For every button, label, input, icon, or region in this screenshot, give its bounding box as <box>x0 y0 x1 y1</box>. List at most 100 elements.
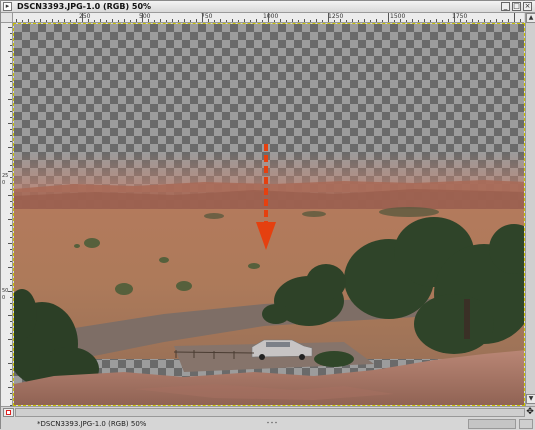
ruler-tick <box>10 87 12 88</box>
ruler-tick <box>64 19 65 22</box>
ruler-tick <box>160 19 161 22</box>
ruler-tick <box>88 19 89 22</box>
title-bar: ▸ DSCN3393.JPG-1.0 (RGB) 50% _ □ × <box>1 1 535 13</box>
ruler-tick <box>10 327 12 328</box>
ruler-tick <box>8 147 12 148</box>
ruler-tick <box>10 399 12 400</box>
ruler-tick <box>148 19 149 22</box>
horizontal-ruler[interactable]: 250 500 750 1000 1250 1500 1750 <box>13 13 524 23</box>
ruler-tick <box>8 171 12 172</box>
ruler-tick <box>142 13 143 22</box>
vertical-scrollbar[interactable]: ▲ ▼ <box>525 13 535 406</box>
image-canvas[interactable] <box>13 23 525 406</box>
status-text: *DSCN3393.JPG-1.0 (RGB) 50% <box>37 420 147 428</box>
ruler-tick <box>412 19 413 22</box>
ruler-tick <box>8 195 12 196</box>
ruler-tick <box>10 225 12 226</box>
ruler-tick <box>8 75 12 76</box>
image-menu-icon[interactable]: ▸ <box>3 2 12 11</box>
ruler-tick <box>448 19 449 22</box>
ruler-tick <box>10 141 12 142</box>
ruler-tick <box>8 387 12 388</box>
ruler-tick <box>166 20 167 22</box>
ruler-tick <box>10 105 12 106</box>
ruler-tick <box>10 117 12 118</box>
ruler-tick <box>220 19 221 22</box>
ruler-tick <box>40 19 41 22</box>
ruler-tick <box>10 375 12 376</box>
ruler-tick <box>292 19 293 22</box>
ruler-tick <box>424 19 425 22</box>
ruler-tick <box>484 19 485 22</box>
navigate-move-icon[interactable]: ✥ <box>525 408 535 418</box>
ruler-tick <box>418 20 419 22</box>
image-window: ▸ DSCN3393.JPG-1.0 (RGB) 50% _ □ × 250 5… <box>0 0 535 430</box>
ruler-tick <box>10 57 12 58</box>
quick-mask-icon[interactable] <box>3 408 14 417</box>
ruler-tick <box>256 19 257 22</box>
ruler-tick <box>10 189 12 190</box>
ruler-tick <box>10 201 12 202</box>
ruler-tick <box>8 219 12 220</box>
ruler-label: 250 <box>2 173 9 186</box>
ruler-tick <box>196 19 197 22</box>
ruler-tick <box>382 20 383 22</box>
ruler-tick <box>202 13 203 22</box>
maximize-button[interactable]: □ <box>512 2 521 11</box>
ruler-tick <box>46 20 47 22</box>
ruler-tick <box>370 20 371 22</box>
minimize-button[interactable]: _ <box>501 2 510 11</box>
ruler-tick <box>10 345 12 346</box>
ruler-tick <box>466 20 467 22</box>
ruler-tick <box>250 20 251 22</box>
ruler-tick <box>184 19 185 22</box>
ruler-tick <box>8 291 12 292</box>
ruler-tick <box>52 19 53 22</box>
cancel-button[interactable] <box>519 419 533 429</box>
ruler-tick <box>10 93 12 94</box>
vertical-ruler[interactable]: 250 500 <box>1 23 13 406</box>
ruler-tick <box>10 213 12 214</box>
ruler-tick <box>238 20 239 22</box>
ruler-tick <box>10 45 12 46</box>
ruler-tick <box>76 19 77 22</box>
ruler-tick <box>10 297 12 298</box>
ruler-tick <box>10 69 12 70</box>
ruler-tick <box>190 20 191 22</box>
photo-layer <box>14 144 524 405</box>
ruler-corner[interactable] <box>1 13 13 23</box>
ruler-tick <box>28 19 29 22</box>
ruler-tick <box>10 159 12 160</box>
window-title: DSCN3393.JPG-1.0 (RGB) 50% <box>17 2 152 11</box>
ruler-tick <box>394 20 395 22</box>
ruler-tick <box>268 13 269 22</box>
ruler-tick <box>10 357 12 358</box>
ruler-tick <box>112 19 113 22</box>
ruler-tick <box>8 339 12 340</box>
ruler-label: 1000 <box>263 13 279 20</box>
ruler-tick <box>520 19 521 22</box>
ruler-tick <box>8 123 12 124</box>
ruler-tick <box>274 20 275 22</box>
scroll-up-icon[interactable]: ▲ <box>526 13 535 23</box>
horizontal-scrollbar[interactable] <box>15 408 525 424</box>
ruler-tick <box>10 261 12 262</box>
scroll-down-icon[interactable]: ▼ <box>526 394 535 404</box>
status-bar: ✥ *DSCN3393.JPG-1.0 (RGB) 50% <box>1 406 535 430</box>
ruler-tick <box>10 285 12 286</box>
ruler-tick <box>10 177 12 178</box>
ruler-tick <box>58 20 59 22</box>
ruler-tick <box>130 20 131 22</box>
progress-bar <box>468 419 516 429</box>
ruler-tick <box>10 303 12 304</box>
ruler-tick <box>8 363 12 364</box>
ruler-tick <box>10 279 12 280</box>
ruler-tick <box>10 321 12 322</box>
ruler-tick <box>10 255 12 256</box>
ruler-tick <box>436 19 437 22</box>
ruler-tick <box>10 153 12 154</box>
close-button[interactable]: × <box>523 2 532 11</box>
ruler-tick <box>280 19 281 22</box>
scroll-grip-icon[interactable] <box>266 410 278 424</box>
ruler-tick <box>94 20 95 22</box>
